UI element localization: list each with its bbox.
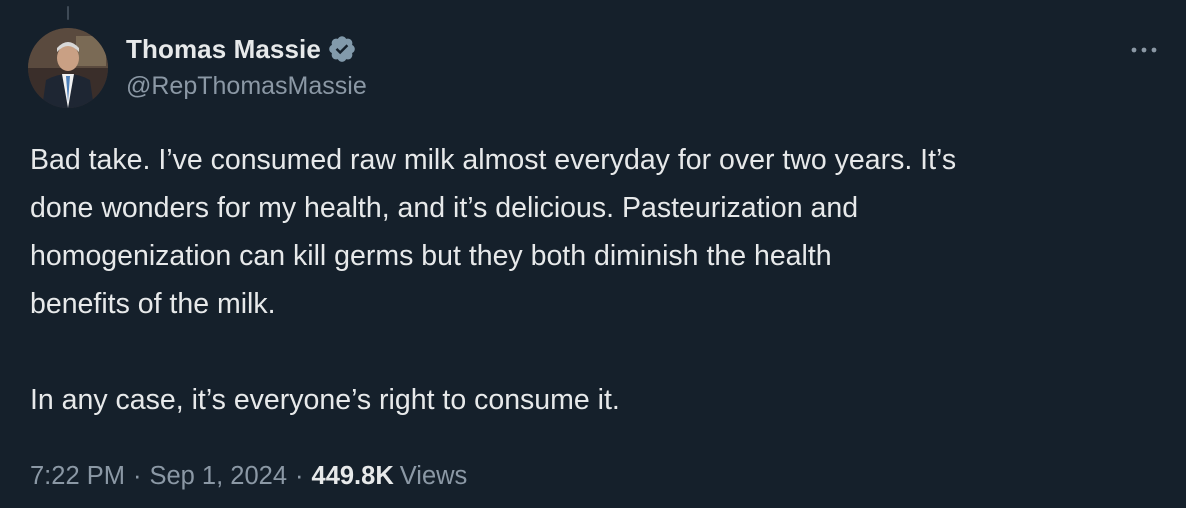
thread-connector-line: [67, 6, 69, 20]
author-handle[interactable]: @RepThomasMassie: [126, 72, 367, 101]
tweet-paragraph: In any case, it’s everyone’s right to co…: [30, 384, 620, 416]
author-display-name[interactable]: Thomas Massie: [126, 34, 321, 65]
separator-dot: ·: [132, 461, 142, 490]
separator-dot: ·: [295, 461, 304, 490]
avatar-photo: [28, 28, 108, 108]
tweet-paragraph: Bad take. I’ve consumed raw milk almost …: [30, 144, 957, 320]
views-label: Views: [399, 461, 468, 490]
tweet-date[interactable]: Sep 1, 2024: [149, 462, 287, 491]
more-horizontal-icon: [1131, 47, 1157, 53]
tweet-metadata: 7:22 PM · Sep 1, 2024 · 449.8K Views: [30, 456, 467, 496]
verified-badge-icon: [327, 34, 357, 64]
tweet-text: Bad take. I’ve consumed raw milk almost …: [30, 136, 1170, 424]
tweet-time[interactable]: 7:22 PM: [30, 462, 125, 491]
views-count[interactable]: 449.8K: [312, 462, 394, 491]
avatar[interactable]: [28, 28, 108, 108]
more-options-button[interactable]: [1124, 30, 1164, 70]
author-name-row: Thomas Massie: [126, 32, 357, 66]
